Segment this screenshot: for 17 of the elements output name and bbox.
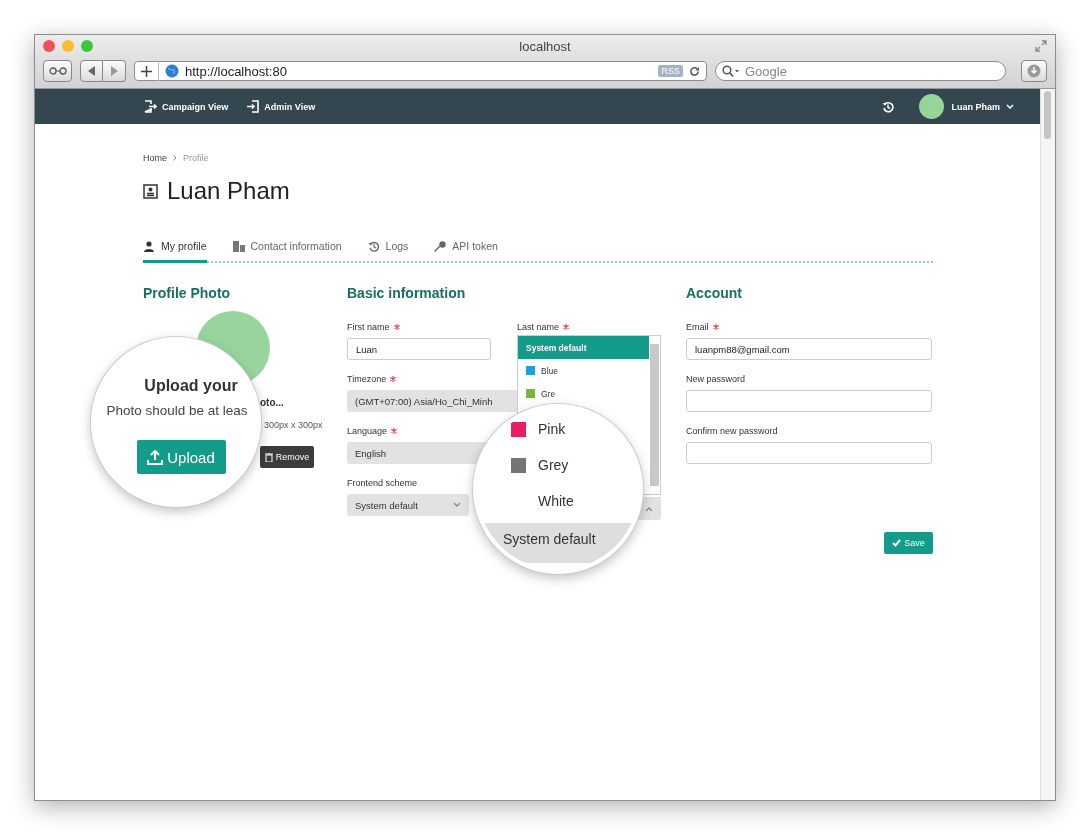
size-hint: 300px x 300px xyxy=(264,420,323,430)
field-label: Email xyxy=(686,320,933,334)
caption-text: oto... xyxy=(260,397,284,408)
field-label: Frontend scheme xyxy=(347,477,419,490)
url-text: http://localhost:80 xyxy=(185,63,288,79)
section-heading: Profile Photo xyxy=(143,285,232,303)
page-title: Luan Pham xyxy=(167,177,290,205)
window-title: localhost xyxy=(518,38,572,54)
section-heading: Basic information xyxy=(347,285,467,303)
field-label: Last name xyxy=(517,320,661,334)
section-heading: Account xyxy=(686,285,743,303)
upload-hint: Photo should be at leas xyxy=(105,403,248,418)
upload-title: Upload your xyxy=(143,377,238,395)
breadcrumb-current: Profile xyxy=(183,153,209,163)
field-label: First name xyxy=(347,320,491,334)
field-label: Confirm new password xyxy=(686,425,779,438)
field-label: New password xyxy=(686,373,747,386)
